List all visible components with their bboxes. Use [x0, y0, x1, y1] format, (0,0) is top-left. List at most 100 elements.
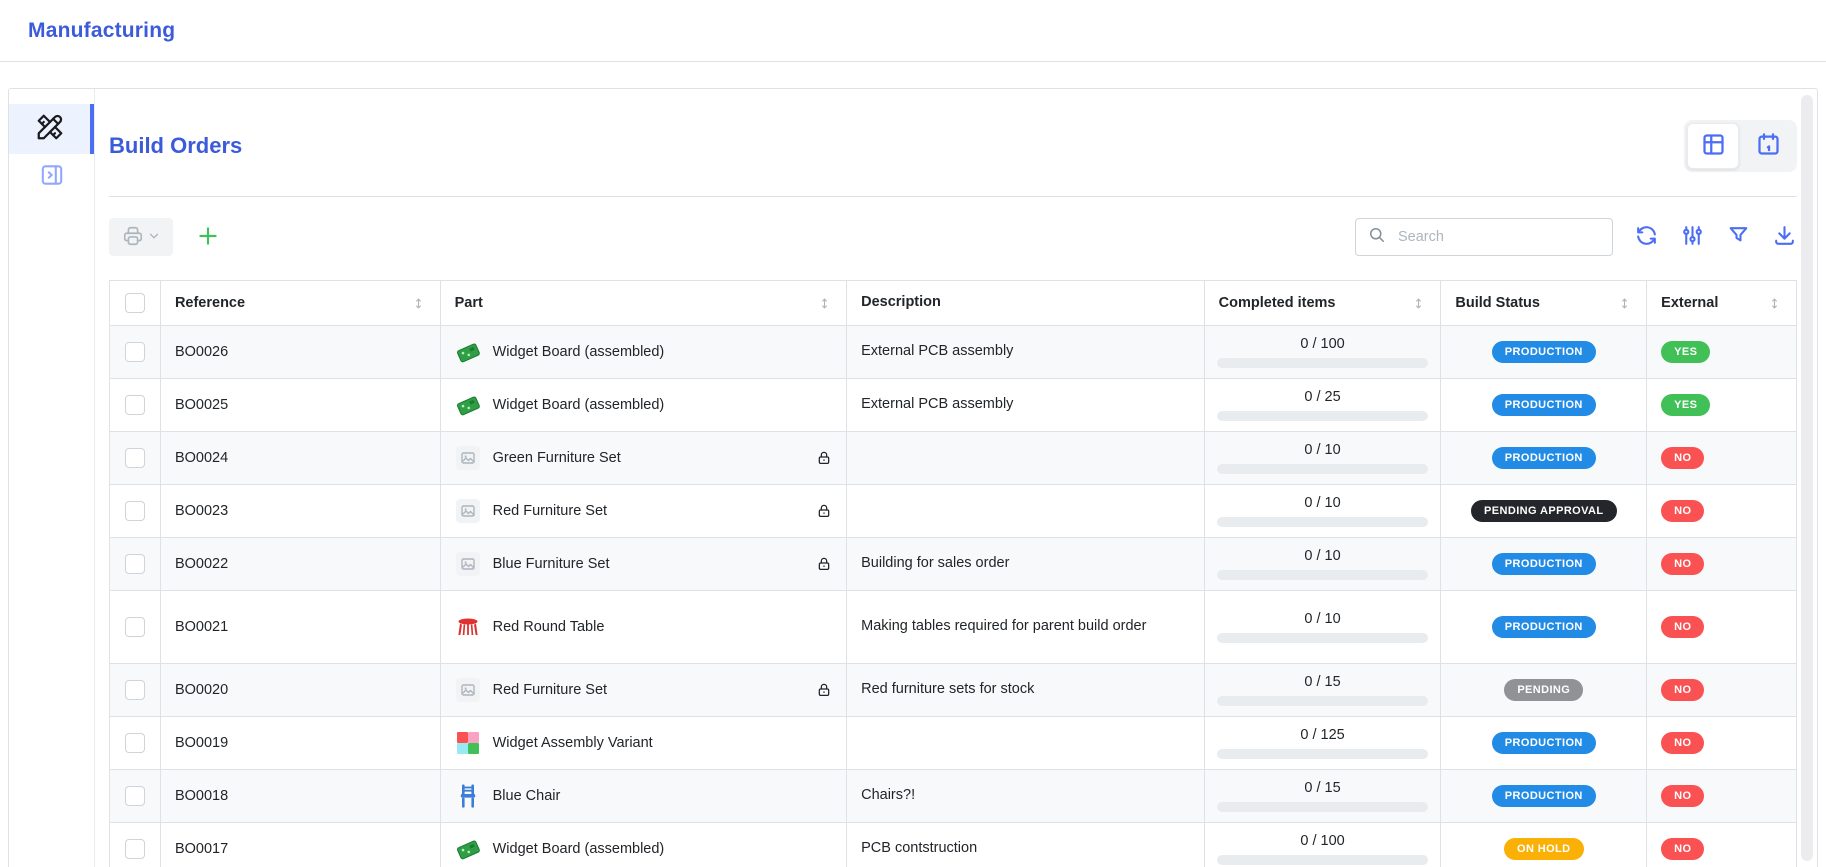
sort-icon[interactable]	[1767, 296, 1782, 311]
part-name: Green Furniture Set	[493, 450, 621, 466]
table-view-button[interactable]	[1687, 123, 1739, 169]
part-name: Blue Furniture Set	[493, 556, 610, 572]
part-cell: Blue Chair	[441, 770, 848, 822]
completed-cell: 0 / 125	[1205, 717, 1442, 769]
refresh-icon	[1634, 223, 1659, 251]
search-icon	[1367, 225, 1387, 250]
external-cell: NO	[1647, 485, 1796, 537]
completed-cell: 0 / 100	[1205, 823, 1442, 867]
part-cell: Red Furniture Set	[441, 664, 848, 716]
external-cell: NO	[1647, 538, 1796, 590]
column-header-external[interactable]: External	[1647, 281, 1796, 325]
sort-icon[interactable]	[817, 296, 832, 311]
description-cell: Chairs?!	[847, 770, 1205, 822]
part-cell: Red Furniture Set	[441, 485, 848, 537]
table-row[interactable]: BO0026Widget Board (assembled)External P…	[110, 326, 1796, 379]
sort-icon[interactable]	[1617, 296, 1632, 311]
row-checkbox[interactable]	[125, 395, 145, 415]
completed-count: 0 / 15	[1304, 780, 1340, 796]
table-row[interactable]: BO0017Widget Board (assembled)PCB contst…	[110, 823, 1796, 867]
completed-cell: 0 / 15	[1205, 770, 1442, 822]
description-cell: Building for sales order	[847, 538, 1205, 590]
table-row[interactable]: BO0024Green Furniture Set0 / 10PRODUCTIO…	[110, 432, 1796, 485]
row-checkbox[interactable]	[125, 342, 145, 362]
description-cell: PCB contstruction	[847, 823, 1205, 867]
build-status-badge: PRODUCTION	[1492, 732, 1596, 754]
part-cell: Red Round Table	[441, 591, 848, 663]
scrollbar-thumb[interactable]	[1801, 95, 1813, 861]
table-row[interactable]: BO0022Blue Furniture SetBuilding for sal…	[110, 538, 1796, 591]
external-badge: NO	[1661, 616, 1704, 638]
add-build-order-button[interactable]	[195, 223, 221, 252]
plus-icon	[195, 223, 221, 252]
print-button[interactable]	[109, 218, 173, 256]
row-checkbox[interactable]	[125, 733, 145, 753]
status-cell: PRODUCTION	[1441, 591, 1647, 663]
row-checkbox[interactable]	[125, 554, 145, 574]
column-header-completed[interactable]: Completed items	[1205, 281, 1442, 325]
reference-cell: BO0018	[161, 770, 441, 822]
tab-build-orders[interactable]	[9, 104, 94, 154]
external-badge: NO	[1661, 679, 1704, 701]
progress-bar	[1217, 855, 1429, 865]
table-row[interactable]: BO0018Blue ChairChairs?!0 / 15PRODUCTION…	[110, 770, 1796, 823]
adjustments-button[interactable]	[1680, 223, 1705, 251]
build-status-badge: PRODUCTION	[1492, 447, 1596, 469]
sidebar-expand-icon	[39, 162, 65, 193]
select-cell	[110, 664, 161, 716]
progress-bar	[1217, 802, 1429, 812]
select-cell	[110, 538, 161, 590]
description-cell: Making tables required for parent build …	[847, 591, 1205, 663]
table-row[interactable]: BO0021Red Round TableMaking tables requi…	[110, 591, 1796, 664]
part-name: Widget Board (assembled)	[493, 841, 665, 857]
row-checkbox[interactable]	[125, 617, 145, 637]
download-button[interactable]	[1772, 223, 1797, 251]
completed-cell: 0 / 25	[1205, 379, 1442, 431]
table-row[interactable]: BO0023Red Furniture Set0 / 10PENDING APP…	[110, 485, 1796, 538]
table-body: BO0026Widget Board (assembled)External P…	[110, 326, 1796, 867]
select-cell	[110, 326, 161, 378]
reference-cell: BO0020	[161, 664, 441, 716]
row-checkbox[interactable]	[125, 448, 145, 468]
column-header-part[interactable]: Part	[441, 281, 848, 325]
sort-icon[interactable]	[1411, 296, 1426, 311]
table-row[interactable]: BO0020Red Furniture SetRed furniture set…	[110, 664, 1796, 717]
image-placeholder-thumb	[455, 551, 481, 577]
row-checkbox[interactable]	[125, 839, 145, 859]
panel-content: Build Orders	[95, 119, 1817, 867]
refresh-button[interactable]	[1634, 223, 1659, 251]
calendar-view-icon	[1755, 131, 1782, 161]
select-cell	[110, 717, 161, 769]
select-cell	[110, 770, 161, 822]
part-name: Red Round Table	[493, 619, 605, 635]
filter-button[interactable]	[1726, 223, 1751, 251]
select-all-checkbox[interactable]	[125, 293, 145, 313]
lock-icon	[808, 450, 832, 466]
row-checkbox[interactable]	[125, 680, 145, 700]
completed-count: 0 / 125	[1300, 727, 1344, 743]
expand-panel-button[interactable]	[9, 154, 94, 200]
description-cell	[847, 432, 1205, 484]
status-cell: PRODUCTION	[1441, 538, 1647, 590]
build-status-badge: PRODUCTION	[1492, 341, 1596, 363]
build-orders-table: Reference Part Des	[109, 280, 1797, 867]
calendar-view-button[interactable]	[1742, 123, 1794, 169]
part-cell: Widget Board (assembled)	[441, 379, 848, 431]
table-row[interactable]: BO0019Widget Assembly Variant0 / 125PROD…	[110, 717, 1796, 770]
part-cell: Blue Furniture Set	[441, 538, 848, 590]
search-input[interactable]	[1396, 228, 1601, 246]
row-checkbox[interactable]	[125, 786, 145, 806]
status-cell: PENDING	[1441, 664, 1647, 716]
completed-cell: 0 / 10	[1205, 591, 1442, 663]
table-row[interactable]: BO0025Widget Board (assembled)External P…	[110, 379, 1796, 432]
select-cell	[110, 823, 161, 867]
external-cell: NO	[1647, 664, 1796, 716]
completed-count: 0 / 100	[1300, 833, 1344, 849]
column-header-reference[interactable]: Reference	[161, 281, 441, 325]
row-checkbox[interactable]	[125, 501, 145, 521]
description-cell: External PCB assembly	[847, 379, 1205, 431]
tab-strip	[9, 89, 95, 867]
select-cell	[110, 485, 161, 537]
sort-icon[interactable]	[411, 296, 426, 311]
column-header-status[interactable]: Build Status	[1441, 281, 1647, 325]
